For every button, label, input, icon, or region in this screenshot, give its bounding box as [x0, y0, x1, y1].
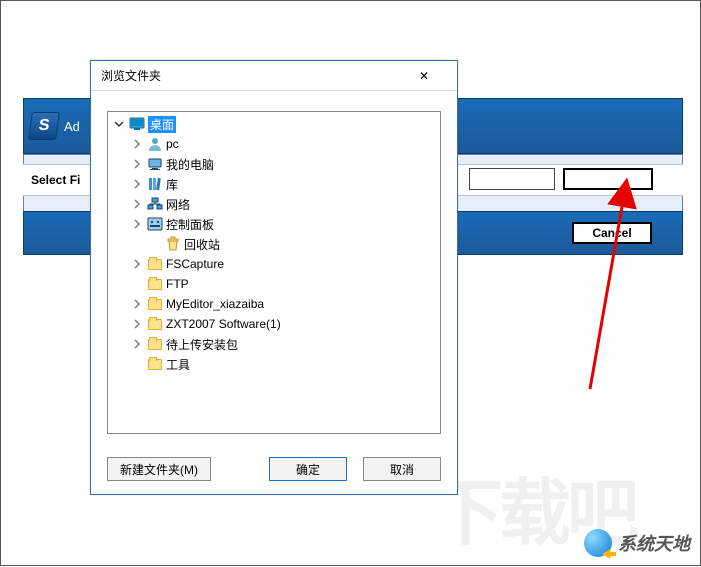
bg-cancel-label: Cancel	[592, 226, 631, 240]
chevron-right-icon[interactable]	[130, 177, 144, 191]
tree-item-label: pc	[166, 137, 179, 151]
ok-button[interactable]: 确定	[269, 457, 347, 481]
tree-item-label: ZXT2007 Software(1)	[166, 317, 281, 331]
tree-item[interactable]: MyEditor_xiazaiba	[108, 294, 440, 314]
new-folder-button[interactable]: 新建文件夹(M)	[107, 457, 211, 481]
tree-item-label: 桌面	[148, 116, 176, 133]
new-folder-label: 新建文件夹(M)	[120, 461, 198, 478]
watermark-text: 系统天地	[618, 530, 690, 556]
tree-item[interactable]: ZXT2007 Software(1)	[108, 314, 440, 334]
tree-item-label: 我的电脑	[166, 156, 214, 173]
close-icon: ✕	[419, 69, 451, 83]
select-label: Select Fi	[31, 173, 80, 187]
library-icon	[146, 176, 164, 192]
bg-cancel-button[interactable]: Cancel	[572, 222, 652, 244]
tree-item-label: FTP	[166, 277, 189, 291]
chevron-right-icon[interactable]	[130, 257, 144, 271]
folder-icon	[146, 336, 164, 352]
tree-item[interactable]: 工具	[108, 354, 440, 374]
chevron-right-icon[interactable]	[130, 137, 144, 151]
dialog-titlebar: 浏览文件夹 ✕	[91, 61, 457, 91]
tree-item[interactable]: 库	[108, 174, 440, 194]
tree-item[interactable]: 我的电脑	[108, 154, 440, 174]
chevron-right-icon	[130, 357, 144, 371]
path-input[interactable]	[469, 168, 555, 190]
app-icon: S	[28, 112, 60, 140]
app-title: Ad	[64, 119, 80, 134]
close-button[interactable]: ✕	[419, 64, 451, 88]
tree-item-label: MyEditor_xiazaiba	[166, 297, 264, 311]
tree-item[interactable]: 控制面板	[108, 214, 440, 234]
folder-icon	[146, 256, 164, 272]
network-icon	[146, 196, 164, 212]
recycle-icon	[164, 236, 182, 252]
folder-tree[interactable]: 桌面 pc 我的电脑库网络控制面板回收站 FSCapture FTP MyEditor_x…	[107, 111, 441, 434]
tree-item[interactable]: pc	[108, 134, 440, 154]
chevron-right-icon	[130, 277, 144, 291]
control-panel-icon	[146, 216, 164, 232]
chevron-right-icon[interactable]	[130, 197, 144, 211]
folder-icon	[146, 356, 164, 372]
tree-item-label: FSCapture	[166, 257, 224, 271]
chevron-right-icon[interactable]	[130, 337, 144, 351]
user-icon	[146, 136, 164, 152]
ok-label: 确定	[296, 461, 320, 478]
tree-item[interactable]: 网络	[108, 194, 440, 214]
browse-button[interactable]	[563, 168, 653, 190]
watermark: 系统天地	[584, 529, 690, 557]
folder-icon	[146, 296, 164, 312]
chevron-down-icon[interactable]	[112, 117, 126, 131]
dialog-title: 浏览文件夹	[101, 67, 419, 84]
tree-item[interactable]: 待上传安装包	[108, 334, 440, 354]
folder-icon	[146, 316, 164, 332]
chevron-right-icon[interactable]	[130, 317, 144, 331]
tree-item-label: 回收站	[184, 236, 220, 253]
chevron-right-icon[interactable]	[130, 157, 144, 171]
computer-icon	[146, 156, 164, 172]
chevron-right-icon[interactable]	[130, 297, 144, 311]
tree-item-label: 工具	[166, 356, 190, 373]
tree-item[interactable]: 桌面	[108, 114, 440, 134]
tree-item-label: 库	[166, 176, 178, 193]
tree-item[interactable]: FTP	[108, 274, 440, 294]
chevron-right-icon	[148, 237, 162, 251]
folder-icon	[146, 276, 164, 292]
desktop-icon	[128, 116, 146, 132]
chevron-right-icon[interactable]	[130, 217, 144, 231]
globe-icon	[584, 529, 612, 557]
browse-folder-dialog: 浏览文件夹 ✕ 桌面 pc 我的电脑库网络控制面板回收站 FSCapture FTP My…	[90, 60, 458, 495]
tree-item[interactable]: FSCapture	[108, 254, 440, 274]
cancel-button[interactable]: 取消	[363, 457, 441, 481]
tree-item[interactable]: 回收站	[108, 234, 440, 254]
tree-item-label: 待上传安装包	[166, 336, 238, 353]
tree-item-label: 网络	[166, 196, 190, 213]
tree-item-label: 控制面板	[166, 216, 214, 233]
cancel-label: 取消	[390, 461, 414, 478]
